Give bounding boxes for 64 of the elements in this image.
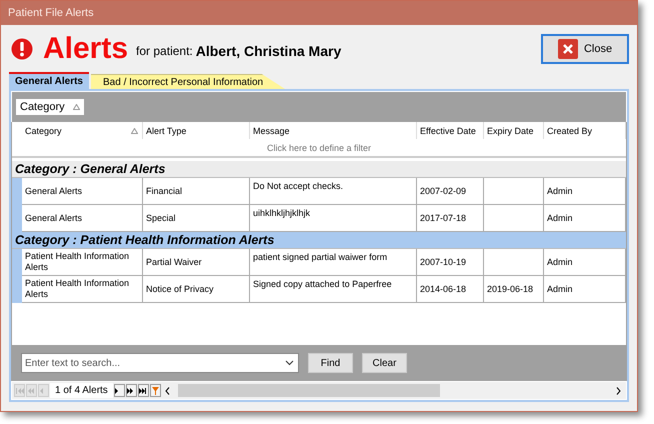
group-by-chip[interactable]: Category [16, 99, 84, 115]
first-page-icon [16, 386, 24, 394]
close-icon [558, 39, 578, 59]
group-row[interactable]: Category : Patient Health Information Alerts [12, 232, 626, 249]
table-cell: Admin [544, 249, 626, 276]
row-indicator [12, 249, 22, 276]
tab[interactable]: Bad / Incorrect Personal Information [91, 74, 286, 89]
table-cell: 2007-10-19 [417, 249, 484, 276]
row-indicator [12, 276, 22, 303]
column-header[interactable]: Created By [544, 122, 626, 139]
patient-label: for patient: [136, 44, 193, 58]
chevron-down-icon [285, 360, 294, 366]
column-header[interactable]: Alert Type [143, 122, 250, 139]
column-label: Effective Date [420, 126, 476, 136]
table-cell: Patient Health Information Alerts [22, 276, 143, 303]
column-header[interactable]: Effective Date [417, 122, 484, 139]
record-position: 1 of 4 Alerts [50, 383, 113, 398]
table-cell: Do Not accept checks. [250, 178, 417, 205]
filter-row[interactable]: Click here to define a filter [12, 139, 626, 158]
last-page-icon [139, 386, 148, 394]
chip-label: Category [20, 101, 65, 113]
scroll-left-icon [164, 386, 170, 394]
window-title: Patient File Alerts [8, 7, 94, 19]
table-cell: 2014-06-18 [417, 276, 484, 303]
double-left-arrow-icon [28, 386, 36, 394]
filter-icon [152, 386, 159, 394]
table-cell: Partial Waiver [143, 249, 250, 276]
sort-icon [73, 104, 80, 110]
tab[interactable]: General Alerts [9, 72, 89, 89]
table-cell: Notice of Privacy [143, 276, 250, 303]
table-cell: patient signed partial waiwer form [250, 249, 417, 276]
table-cell: 2007-02-09 [417, 178, 484, 205]
double-right-arrow-icon [127, 386, 136, 394]
empty-table-cell [484, 178, 544, 205]
nav-button[interactable] [138, 384, 149, 397]
search-combo-box[interactable]: Enter text to search... [21, 353, 299, 373]
alerts-title: Alerts [43, 32, 128, 66]
column-header[interactable]: Message [250, 122, 417, 139]
table-cell: 2019-06-18 [484, 276, 544, 303]
column-header[interactable]: Category [22, 122, 143, 139]
table-cell: Financial [143, 178, 250, 205]
sort-icon [131, 128, 138, 134]
column-label: Expiry Date [487, 126, 534, 136]
nav-button[interactable] [114, 384, 125, 397]
empty-table-cell [484, 249, 544, 276]
clear-button[interactable]: Clear [362, 353, 407, 373]
column-label: Created By [547, 126, 592, 136]
table-cell: Admin [544, 276, 626, 303]
scroll-right-icon [616, 386, 621, 394]
nav-button[interactable] [126, 384, 137, 397]
table-cell: Admin [544, 178, 626, 205]
column-label: Message [253, 126, 290, 136]
find-button[interactable]: Find [308, 353, 353, 373]
group-row[interactable]: Category : General Alerts [12, 161, 626, 178]
table-cell: Patient Health Information Alerts [22, 249, 143, 276]
patient-name: Albert, Christina Mary [196, 43, 342, 59]
close-button[interactable]: Close [541, 34, 629, 64]
table-cell: Signed copy attached to Paperfree [250, 276, 417, 303]
exclamation-icon [11, 38, 33, 60]
table-cell: General Alerts [22, 178, 143, 205]
column-header[interactable]: Expiry Date [484, 122, 544, 139]
column-label: Alert Type [146, 126, 186, 136]
row-indicator [12, 178, 22, 205]
column-label: Category [25, 126, 62, 136]
